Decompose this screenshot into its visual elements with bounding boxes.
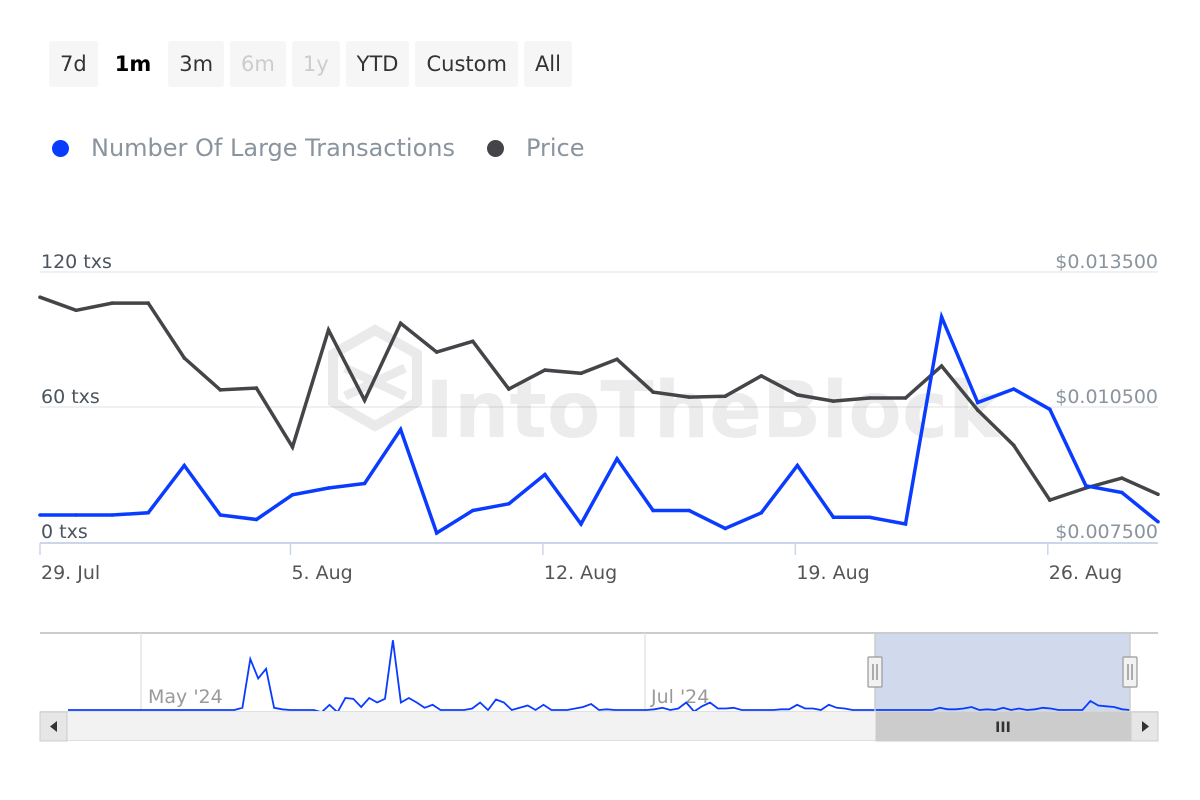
navigator-handle-right[interactable] bbox=[1122, 634, 1138, 711]
navigator-handle-left[interactable] bbox=[867, 634, 883, 711]
scrollbar-grip-icon: III bbox=[995, 720, 1011, 736]
